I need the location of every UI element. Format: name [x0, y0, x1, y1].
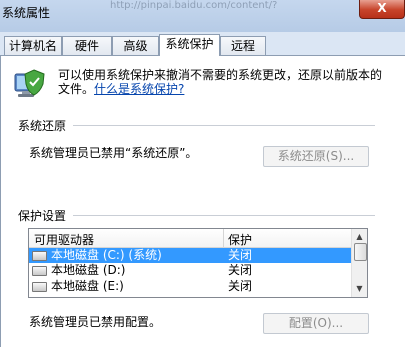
drives-list[interactable]: 可用驱动器 保护 本地磁盘 (C:) (系统) 关闭 本地磁盘 (D:) 关闭 … [28, 228, 368, 298]
tab-strip: 计算机名 硬件 高级 系统保护 远程 [0, 34, 405, 56]
window-title: 系统属性 [2, 6, 51, 20]
drive-protection-state: 关闭 [228, 248, 253, 262]
column-header-protection[interactable]: 保护 [228, 231, 252, 248]
scroll-up-icon[interactable]: ▲ [353, 230, 366, 243]
drive-protection-state: 关闭 [228, 263, 253, 277]
background-address-text: http://pinpai.baidu.com/content/? [110, 0, 278, 11]
title-bar: 系统属性 http://pinpai.baidu.com/content/? X [0, 0, 405, 32]
intro-text-block: 可以使用系统保护来撤消不需要的系统更改，还原以前版本的文件。什么是系统保护? [58, 68, 388, 96]
protection-settings-group-title: 保护设置 [18, 209, 67, 223]
system-restore-group-title: 系统还原 [18, 119, 67, 133]
what-is-system-protection-link[interactable]: 什么是系统保护? [94, 82, 184, 96]
drive-protection-state: 关闭 [228, 279, 253, 293]
tab-computer-name[interactable]: 计算机名 [4, 36, 62, 55]
tab-hardware[interactable]: 硬件 [62, 36, 112, 55]
drive-name: 本地磁盘 (D:) [51, 263, 126, 277]
divider [73, 125, 375, 126]
column-divider [223, 229, 224, 247]
restore-disabled-message: 系统管理员已禁用“系统还原”。 [29, 146, 198, 160]
drive-icon [32, 266, 47, 276]
vertical-scrollbar[interactable]: ▲ ▼ [351, 229, 367, 297]
tab-system-protection[interactable]: 系统保护 [159, 34, 220, 56]
close-button[interactable]: X [359, 0, 405, 19]
divider [73, 215, 375, 216]
scroll-down-icon[interactable]: ▼ [353, 282, 366, 295]
list-header: 可用驱动器 保护 [29, 229, 351, 248]
system-restore-button[interactable]: 系统还原(S)... [263, 146, 369, 167]
drive-name: 本地磁盘 (C:) (系统) [51, 248, 162, 262]
system-protection-panel: 可以使用系统保护来撤消不需要的系统更改，还原以前版本的文件。什么是系统保护? 系… [0, 55, 405, 347]
configure-button[interactable]: 配置(O)... [263, 313, 369, 334]
config-disabled-message: 系统管理员已禁用配置。 [29, 315, 162, 329]
drive-icon [32, 282, 47, 292]
tab-remote[interactable]: 远程 [220, 36, 266, 55]
scrollbar-thumb[interactable] [354, 243, 367, 261]
list-item[interactable]: 本地磁盘 (D:) 关闭 [29, 263, 351, 278]
drive-icon [32, 251, 47, 261]
shield-icon [14, 69, 45, 97]
list-item[interactable]: 本地磁盘 (E:) 关闭 [29, 279, 351, 294]
tab-advanced[interactable]: 高级 [112, 36, 159, 55]
drive-name: 本地磁盘 (E:) [51, 279, 124, 293]
list-item[interactable]: 本地磁盘 (C:) (系统) 关闭 [29, 248, 351, 263]
column-header-drive[interactable]: 可用驱动器 [34, 231, 94, 248]
